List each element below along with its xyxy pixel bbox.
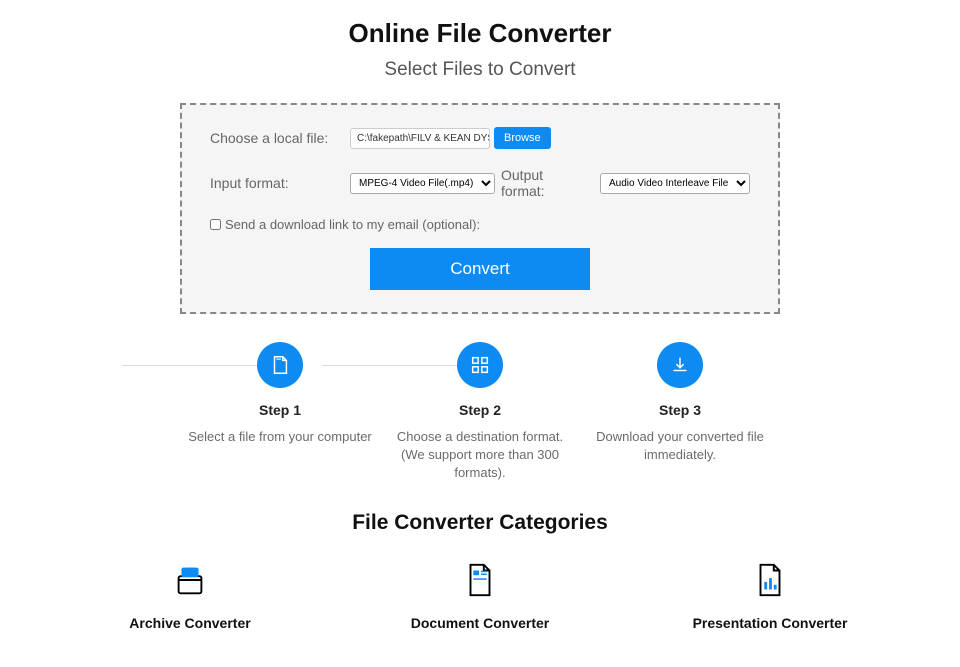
category-presentation[interactable]: Presentation Converter [680, 561, 860, 631]
presentation-icon [680, 561, 860, 599]
step-3: Step 3 Download your converted file imme… [580, 342, 780, 464]
input-format-select[interactable]: MPEG-4 Video File(.mp4) [350, 173, 495, 194]
category-title: Presentation Converter [680, 615, 860, 631]
step-1: Step 1 Select a file from your computer [180, 342, 380, 446]
file-path-display: C:\fakepath\FILV & KEAN DYSSO - All Th [350, 128, 490, 149]
step-desc: Choose a destination format. (We support… [380, 428, 580, 483]
category-title: Document Converter [390, 615, 570, 631]
category-archive[interactable]: Archive Converter [100, 561, 280, 631]
step-title: Step 1 [180, 402, 380, 418]
converter-panel: Choose a local file: C:\fakepath\FILV & … [180, 103, 780, 314]
choose-file-row: Choose a local file: C:\fakepath\FILV & … [210, 127, 750, 149]
step-title: Step 2 [380, 402, 580, 418]
choose-file-label: Choose a local file: [210, 130, 350, 146]
step-2: Step 2 Choose a destination format. (We … [380, 342, 580, 483]
page-subtitle: Select Files to Convert [0, 59, 960, 81]
archive-icon [100, 561, 280, 599]
page-title: Online File Converter [0, 18, 960, 49]
file-icon [257, 342, 303, 388]
output-format-label: Output format: [501, 167, 582, 199]
step-desc: Select a file from your computer [180, 428, 380, 446]
output-format-select[interactable]: Audio Video Interleave File [600, 173, 750, 194]
step-title: Step 3 [580, 402, 780, 418]
format-row: Input format: MPEG-4 Video File(.mp4) Ou… [210, 167, 750, 199]
document-icon [390, 561, 570, 599]
step-desc: Download your converted file immediately… [580, 428, 780, 464]
browse-button[interactable]: Browse [494, 127, 551, 149]
categories-title: File Converter Categories [0, 511, 960, 535]
category-document[interactable]: Document Converter [390, 561, 570, 631]
download-icon [657, 342, 703, 388]
categories-section: Archive Converter Document Converter [0, 561, 960, 631]
email-checkbox[interactable] [210, 219, 221, 230]
grid-icon [457, 342, 503, 388]
step-connector-line [322, 365, 478, 366]
convert-button[interactable]: Convert [370, 248, 590, 290]
step-connector-line [122, 365, 278, 366]
steps-section: Step 1 Select a file from your computer … [0, 342, 960, 483]
email-row: Send a download link to my email (option… [210, 217, 750, 232]
email-label: Send a download link to my email (option… [225, 217, 480, 232]
input-format-label: Input format: [210, 175, 350, 191]
category-title: Archive Converter [100, 615, 280, 631]
